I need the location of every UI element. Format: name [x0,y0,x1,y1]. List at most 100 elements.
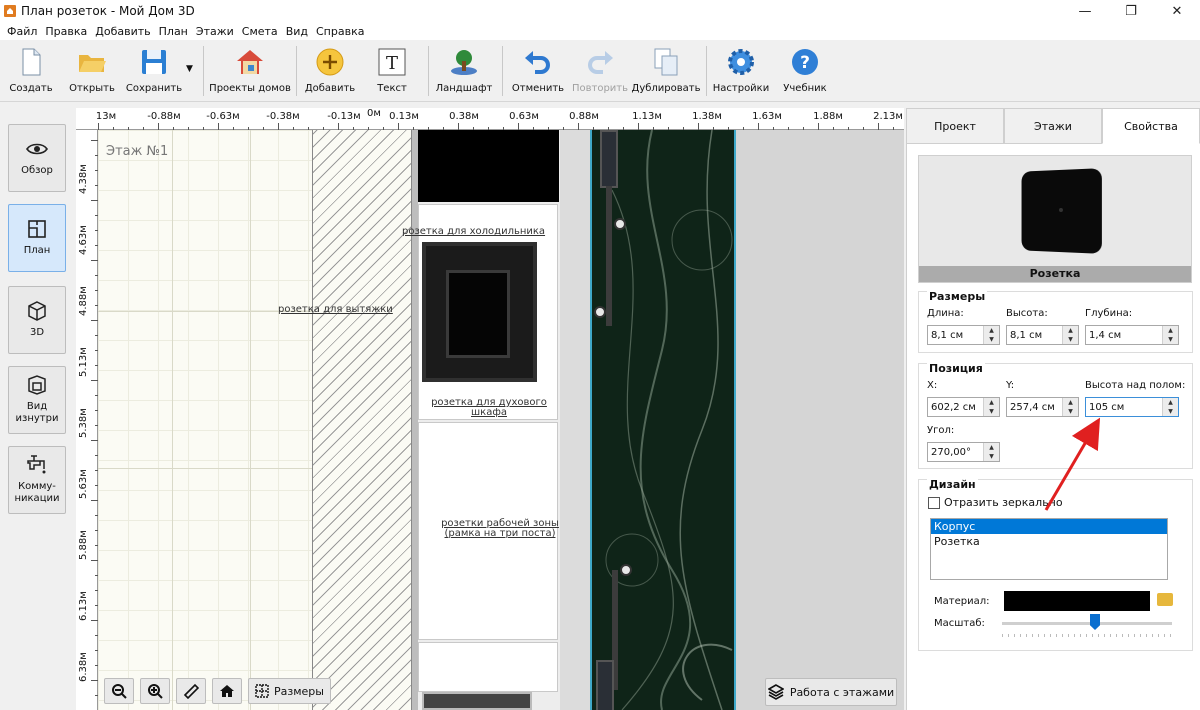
depth-field[interactable]: 1,4 см ▲ ▼ [1085,325,1179,345]
ruler-tick [98,123,99,130]
position-title: Позиция [927,362,985,375]
floors-button[interactable]: Работа с этажами [765,678,897,706]
label-oven-outlet[interactable]: розетка для духового шкафа [424,398,554,418]
wall-lamp[interactable] [600,130,618,188]
tab-properties[interactable]: Свойства [1102,108,1200,144]
ruler-tick [608,127,609,130]
wall-hatched[interactable] [312,130,412,710]
house-projects-button[interactable]: Проекты домов [209,40,291,100]
x-label: X: [927,380,938,391]
sidebar-item-utilities[interactable]: Комму-никации [8,446,66,514]
zoom-in-icon [148,684,163,699]
close-button[interactable]: ✕ [1154,0,1200,22]
material-swatch[interactable] [1004,591,1150,611]
spin-buttons[interactable]: ▲ ▼ [983,326,999,344]
checkbox-box[interactable] [928,496,940,509]
zoom-out-button[interactable] [104,678,134,704]
maximize-button[interactable]: ❐ [1108,0,1154,22]
save-button[interactable]: Сохранить [124,40,184,100]
design-parts-list[interactable]: Корпус Розетка [930,518,1168,580]
mirror-checkbox[interactable]: Отразить зеркально [928,496,1063,509]
duplicate-button[interactable]: Дублировать [632,40,701,100]
ruler-label: 6.38м [78,652,89,682]
menu-plan[interactable]: План [155,25,192,38]
menu-edit[interactable]: Правка [41,25,91,38]
spin-buttons[interactable]: ▲ ▼ [1062,326,1078,344]
spin-buttons[interactable]: ▲ ▼ [983,443,999,461]
label-hood-outlet[interactable]: розетка для вытяжки [278,304,393,315]
create-button[interactable]: Создать [8,40,54,100]
measure-button[interactable] [176,678,206,704]
settings-button[interactable]: Настройки [712,40,770,100]
minimize-button[interactable]: — [1062,0,1108,22]
backsplash-wall[interactable] [590,130,736,710]
elevation-field[interactable]: 105 см ▲ ▼ [1085,397,1179,417]
length-value: 8,1 см [931,329,964,341]
oven-appliance[interactable] [422,242,537,382]
menu-file[interactable]: Файл [3,25,41,38]
home-button[interactable] [212,678,242,704]
label-fridge-outlet[interactable]: розетка для холодильника [402,227,545,237]
toolbar-separator [203,46,204,96]
sidebar-item-plan[interactable]: План [8,204,66,272]
add-button[interactable]: Добавить [304,40,356,100]
plan-canvas[interactable]: Этаж №1 розетка для холодильника розетка… [76,108,904,710]
save-dropdown-icon[interactable]: ▼ [186,64,193,74]
counter-gap [560,130,590,710]
scale-slider[interactable] [1002,622,1172,625]
spin-buttons[interactable]: ▲ ▼ [983,398,999,416]
toolbar-separator [502,46,503,96]
ruler-tick [95,305,98,306]
ruler-tick [95,575,98,576]
ruler-tick [95,410,98,411]
settings-label: Настройки [712,83,770,94]
ruler-tick [278,123,279,130]
menu-help[interactable]: Справка [312,25,368,38]
height-field[interactable]: 8,1 см ▲ ▼ [1006,325,1079,345]
list-item-body[interactable]: Корпус [931,519,1167,534]
lower-cabinet[interactable] [418,642,558,692]
tab-floors[interactable]: Этажи [1004,108,1102,144]
sidebar-item-inside-view[interactable]: Вид изнутри [8,366,66,434]
ruler-tick [95,170,98,171]
undo-button[interactable]: Отменить [510,40,566,100]
ruler-tick [95,530,98,531]
menu-add[interactable]: Добавить [91,25,154,38]
spin-buttons[interactable]: ▲ ▼ [1162,326,1178,344]
zoom-in-button[interactable] [140,678,170,704]
x-field[interactable]: 602,2 см ▲ ▼ [927,397,1000,417]
sidebar-item-overview[interactable]: Обзор [8,124,66,192]
y-field[interactable]: 257,4 см ▲ ▼ [1006,397,1079,417]
menu-floors[interactable]: Этажи [192,25,238,38]
depth-label: Глубина: [1085,308,1133,319]
folder-icon[interactable] [1157,593,1173,606]
length-field[interactable]: 8,1 см ▲ ▼ [927,325,1000,345]
depth-value: 1,4 см [1089,329,1122,341]
text-button[interactable]: T Текст [368,40,416,100]
landscape-label: Ландшафт [435,83,493,94]
redo-button[interactable]: Повторить [570,40,630,100]
angle-field[interactable]: 270,00° ▲ ▼ [927,442,1000,462]
list-item-socket[interactable]: Розетка [931,534,1167,549]
spin-buttons[interactable]: ▲ ▼ [1162,398,1178,416]
landscape-button[interactable]: Ландшафт [436,40,492,100]
ruler-tick [158,123,159,130]
sidebar-item-label: Комму-никации [14,481,60,504]
undo-icon [523,47,553,77]
menu-estimate[interactable]: Смета [238,25,282,38]
height-label: Высота: [1006,308,1048,319]
design-title: Дизайн [927,478,978,491]
dimensions-button[interactable]: Размеры [248,678,331,704]
toolbar-separator [296,46,297,96]
open-button[interactable]: Открыть [68,40,116,100]
tall-cabinet[interactable] [418,130,559,202]
menu-view[interactable]: Вид [282,25,312,38]
sidebar-item-3d[interactable]: 3D [8,286,66,354]
bottom-appliance[interactable] [422,692,532,710]
wall-lamp[interactable] [596,660,614,710]
label-work-zone-outlets[interactable]: розетки рабочей зоны (рамка на три поста… [436,519,564,539]
tutorial-button[interactable]: ? Учебник [778,40,832,100]
tab-project[interactable]: Проект [906,108,1004,144]
spin-buttons[interactable]: ▲ ▼ [1062,398,1078,416]
sizes-group: Размеры Длина: Высота: Глубина: 8,1 см ▲… [918,290,1193,353]
